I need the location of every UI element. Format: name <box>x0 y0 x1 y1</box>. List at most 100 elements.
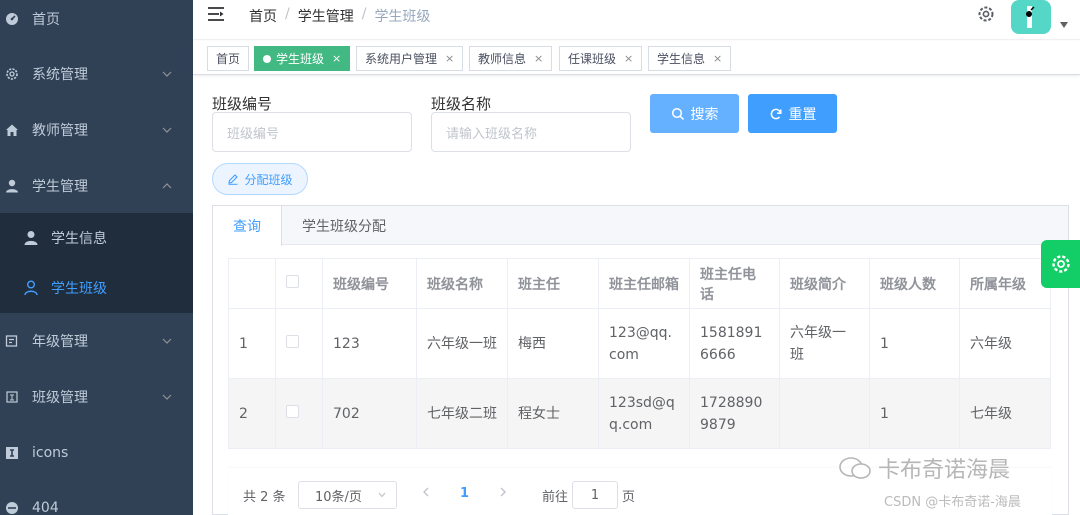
goto-unit: 页 <box>622 490 636 505</box>
table-header-row: 班级编号 班级名称 班主任 班主任邮箱 班主任电话 班级简介 班级人数 所属年级 <box>228 258 1051 309</box>
tag-home[interactable]: 首页 <box>207 46 250 71</box>
avatar[interactable] <box>1011 0 1051 34</box>
tag-label: 首页 <box>216 52 241 66</box>
page-number-current[interactable]: 1 <box>460 486 469 501</box>
tab-student-class-assign[interactable]: 学生班级分配 <box>302 206 386 245</box>
row-checkbox[interactable] <box>286 404 299 418</box>
sidebar-item-label: icons <box>32 445 69 461</box>
refresh-icon <box>770 108 782 119</box>
goto-page-value: 1 <box>590 487 600 503</box>
chevron-down-icon <box>162 127 172 133</box>
sidebar-item-label: 学生班级 <box>51 281 107 297</box>
close-icon[interactable]: × <box>624 52 633 65</box>
icons-icon <box>5 446 19 460</box>
reset-button[interactable]: 重置 <box>748 94 837 133</box>
theme-settings-button[interactable] <box>1041 240 1080 288</box>
class-name-input[interactable]: 请输入班级名称 <box>431 112 631 152</box>
chevron-right-icon[interactable] <box>497 486 509 498</box>
tag-student-class[interactable]: 学生班级 × <box>254 46 351 71</box>
cell-class-name: 六年级一班 <box>416 308 508 379</box>
page-size-value: 10条/页 <box>315 489 362 505</box>
sidebar-item-student[interactable]: 学生管理 <box>0 158 193 214</box>
avatar-image <box>1026 6 1035 28</box>
close-icon[interactable]: × <box>534 52 543 65</box>
class-no-input[interactable]: 班级编号 <box>212 112 412 152</box>
caret-down-icon[interactable] <box>1060 22 1068 28</box>
sidebar-item-label: 班级管理 <box>32 390 88 406</box>
gear-icon <box>5 67 19 81</box>
user-solid-icon <box>24 231 38 245</box>
goto-page-input[interactable]: 1 <box>572 481 618 509</box>
cell-head-teacher: 程女士 <box>507 378 599 449</box>
sidebar-item-teacher[interactable]: 教师管理 <box>0 102 193 158</box>
sidebar-item-class[interactable]: 班级管理 <box>0 369 193 425</box>
sidebar-item-home[interactable]: 首页 <box>0 0 193 47</box>
tag-system-user[interactable]: 系统用户管理 × <box>356 46 464 71</box>
gear-icon <box>1051 255 1070 273</box>
tag-label: 学生班级 <box>276 52 325 66</box>
sidebar-item-404[interactable]: 404 <box>0 480 193 515</box>
cell-class-name: 七年级二班 <box>416 378 508 449</box>
close-icon[interactable]: × <box>713 52 722 65</box>
cell-index: 2 <box>228 378 276 449</box>
settings-gear-icon[interactable] <box>976 4 996 24</box>
sidebar-item-system[interactable]: 系统管理 <box>0 46 193 102</box>
page-size-select[interactable]: 10条/页 <box>298 481 397 509</box>
chevron-down-icon <box>162 394 172 400</box>
breadcrumb-item[interactable]: 学生管理 <box>298 6 354 26</box>
sidebar-subitem-student-class[interactable]: 学生班级 <box>0 263 193 313</box>
chevron-up-icon <box>162 183 172 189</box>
sidebar-item-label: 年级管理 <box>32 334 88 350</box>
assign-class-button[interactable]: 分配班级 <box>212 163 308 195</box>
sidebar-item-icons[interactable]: icons <box>0 425 193 481</box>
header-select-all[interactable] <box>275 258 323 309</box>
header-phone: 班主任电话 <box>689 258 780 309</box>
user-outline-icon <box>24 280 38 296</box>
header-email: 班主任邮箱 <box>598 258 690 309</box>
breadcrumb-separator: / <box>361 6 367 22</box>
sidebar-subitem-student-info[interactable]: 学生信息 <box>0 213 193 263</box>
tab-query[interactable]: 查询 <box>213 206 282 246</box>
wechat-icon <box>839 457 871 479</box>
cell-grade: 六年级 <box>959 308 1051 379</box>
sidebar-item-grade[interactable]: 年级管理 <box>0 313 193 369</box>
cell-class-no: 123 <box>322 308 417 379</box>
tag-teacher-info[interactable]: 教师信息 × <box>469 46 553 71</box>
header-intro: 班级简介 <box>779 258 870 309</box>
close-icon[interactable]: × <box>445 52 454 65</box>
goto-label: 前往 <box>542 490 569 505</box>
sidebar-item-label: 学生管理 <box>32 179 88 195</box>
search-button[interactable]: 搜索 <box>650 94 739 133</box>
dashboard-icon <box>5 12 19 26</box>
cell-select[interactable] <box>275 378 323 449</box>
watermark-main: 卡布奇诺海晨 <box>838 452 1010 484</box>
chevron-left-icon[interactable] <box>420 486 432 498</box>
table-row[interactable]: 1 123 六年级一班 梅西 123@qq.com 15818916666 六年… <box>228 308 1051 379</box>
sidebar-item-label: 首页 <box>32 12 60 28</box>
select-all-checkbox[interactable] <box>286 275 299 288</box>
tag-teaching-class[interactable]: 任课班级 × <box>559 46 643 71</box>
sidebar: 首页 系统管理 教师管理 学生管理 学生信息 学生班级 年级管理 班级管理 ic… <box>0 0 193 515</box>
tag-student-info[interactable]: 学生信息 × <box>648 46 732 71</box>
seal-icon <box>5 390 19 404</box>
cell-email: 123@qq.com <box>598 308 690 379</box>
cell-intro <box>779 378 870 449</box>
class-table: 班级编号 班级名称 班主任 班主任邮箱 班主任电话 班级简介 班级人数 所属年级… <box>228 258 1051 449</box>
breadcrumb-item[interactable]: 首页 <box>249 6 277 26</box>
sidebar-item-label: 学生信息 <box>51 231 107 247</box>
class-no-label: 班级编号 <box>212 95 273 113</box>
cell-count: 1 <box>869 378 960 449</box>
row-checkbox[interactable] <box>286 334 299 348</box>
tabs-header: 查询 学生班级分配 <box>213 206 1068 246</box>
cell-select[interactable] <box>275 308 323 379</box>
error-icon <box>5 501 19 515</box>
search-icon <box>671 107 684 120</box>
hamburger-icon[interactable] <box>207 5 227 23</box>
close-icon[interactable]: × <box>332 52 341 65</box>
chevron-down-icon <box>162 71 172 77</box>
cell-head-teacher: 梅西 <box>507 308 599 379</box>
table-row[interactable]: 2 702 七年级二班 程女士 123sd@qq.com 17288909879… <box>228 378 1051 449</box>
cell-class-no: 702 <box>322 378 417 449</box>
tab-label: 查询 <box>233 219 261 235</box>
header-count: 班级人数 <box>869 258 960 309</box>
